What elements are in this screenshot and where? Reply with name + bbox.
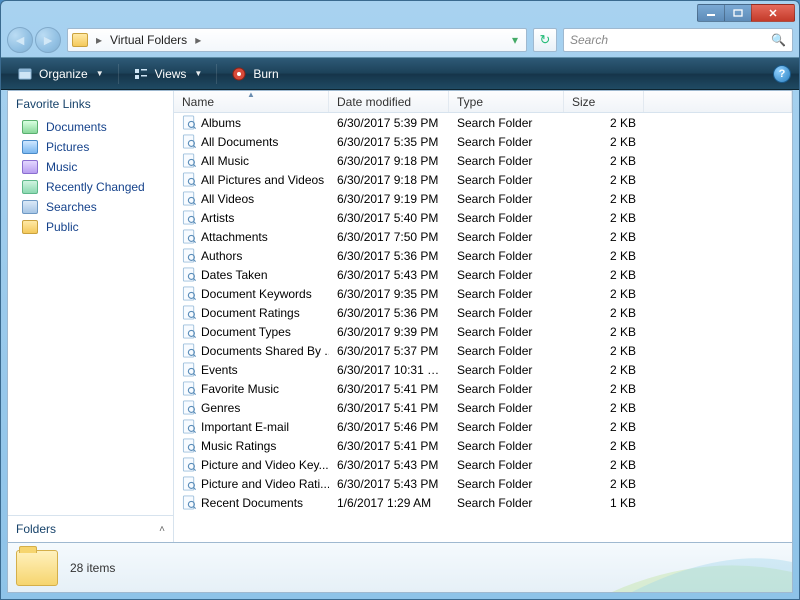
search-folder-icon	[182, 191, 197, 206]
column-size[interactable]: Size	[564, 91, 644, 112]
list-item[interactable]: All Videos6/30/2017 9:19 PMSearch Folder…	[174, 189, 792, 208]
mus-icon	[22, 160, 38, 174]
srch-icon	[22, 200, 38, 214]
search-folder-icon	[182, 419, 197, 434]
search-folder-icon	[182, 381, 197, 396]
search-folder-icon	[182, 115, 197, 130]
maximize-button[interactable]	[724, 4, 752, 22]
list-item[interactable]: Music Ratings6/30/2017 5:41 PMSearch Fol…	[174, 436, 792, 455]
organize-icon	[17, 66, 33, 82]
folder-icon	[16, 550, 58, 586]
list-item[interactable]: Recent Documents1/6/2017 1:29 AMSearch F…	[174, 493, 792, 512]
breadcrumb-sep: ▸	[193, 33, 203, 47]
explorer-window: ◄ ► ▸ Virtual Folders ▸ ▾ ↻ Search 🔍 Org…	[0, 0, 800, 600]
minimize-button[interactable]	[697, 4, 725, 22]
forward-button[interactable]: ►	[35, 27, 61, 53]
sidebar-item-recently-changed[interactable]: Recently Changed	[12, 177, 169, 197]
file-list-body[interactable]: Albums6/30/2017 5:39 PMSearch Folder2 KB…	[174, 113, 792, 542]
nav-row: ◄ ► ▸ Virtual Folders ▸ ▾ ↻ Search 🔍	[1, 23, 799, 57]
item-count: 28 items	[70, 561, 115, 575]
search-folder-icon	[182, 438, 197, 453]
folder-icon	[72, 33, 88, 47]
sidebar-item-public[interactable]: Public	[12, 217, 169, 237]
folders-header[interactable]: Folders ˄	[8, 515, 173, 542]
column-name[interactable]: ▲ Name	[174, 91, 329, 112]
doc-icon	[22, 120, 38, 134]
list-item[interactable]: Documents Shared By ...6/30/2017 5:37 PM…	[174, 341, 792, 360]
titlebar[interactable]	[1, 1, 799, 23]
column-date[interactable]: Date modified	[329, 91, 449, 112]
search-folder-icon	[182, 153, 197, 168]
list-item[interactable]: All Music6/30/2017 9:18 PMSearch Folder2…	[174, 151, 792, 170]
list-item[interactable]: Attachments6/30/2017 7:50 PMSearch Folde…	[174, 227, 792, 246]
column-type[interactable]: Type	[449, 91, 564, 112]
refresh-button[interactable]: ↻	[533, 28, 557, 52]
list-item[interactable]: Dates Taken6/30/2017 5:43 PMSearch Folde…	[174, 265, 792, 284]
sidebar-item-music[interactable]: Music	[12, 157, 169, 177]
burn-button[interactable]: Burn	[223, 63, 286, 85]
search-folder-icon	[182, 172, 197, 187]
list-item[interactable]: Artists6/30/2017 5:40 PMSearch Folder2 K…	[174, 208, 792, 227]
pub-icon	[22, 220, 38, 234]
command-bar: Organize ▼ Views ▼ Burn ?	[1, 57, 799, 90]
search-folder-icon	[182, 343, 197, 358]
list-item[interactable]: Albums6/30/2017 5:39 PMSearch Folder2 KB	[174, 113, 792, 132]
search-folder-icon	[182, 210, 197, 225]
burn-icon	[231, 66, 247, 82]
sidebar-item-documents[interactable]: Documents	[12, 117, 169, 137]
chevron-down-icon: ▼	[96, 69, 104, 78]
list-item[interactable]: All Pictures and Videos6/30/2017 9:18 PM…	[174, 170, 792, 189]
sidebar-item-searches[interactable]: Searches	[12, 197, 169, 217]
views-button[interactable]: Views ▼	[125, 63, 211, 85]
search-input[interactable]: Search 🔍	[563, 28, 793, 52]
list-item[interactable]: Genres6/30/2017 5:41 PMSearch Folder2 KB	[174, 398, 792, 417]
decoration-swoosh	[612, 543, 792, 592]
search-folder-icon	[182, 457, 197, 472]
details-pane: 28 items	[7, 543, 793, 593]
breadcrumb-sep: ▸	[94, 33, 104, 47]
list-item[interactable]: Document Ratings6/30/2017 5:36 PMSearch …	[174, 303, 792, 322]
organize-button[interactable]: Organize ▼	[9, 63, 112, 85]
list-item[interactable]: Authors6/30/2017 5:36 PMSearch Folder2 K…	[174, 246, 792, 265]
search-folder-icon	[182, 362, 197, 377]
close-button[interactable]	[751, 4, 795, 22]
search-folder-icon	[182, 324, 197, 339]
column-headers: ▲ Name Date modified Type Size	[174, 91, 792, 113]
search-folder-icon	[182, 229, 197, 244]
back-button[interactable]: ◄	[7, 27, 33, 53]
search-folder-icon	[182, 476, 197, 491]
list-item[interactable]: Document Types6/30/2017 9:39 PMSearch Fo…	[174, 322, 792, 341]
views-icon	[133, 66, 149, 82]
pic-icon	[22, 140, 38, 154]
sidebar-item-pictures[interactable]: Pictures	[12, 137, 169, 157]
search-folder-icon	[182, 305, 197, 320]
breadcrumb-location[interactable]: Virtual Folders	[104, 33, 193, 47]
list-item[interactable]: Important E-mail6/30/2017 5:46 PMSearch …	[174, 417, 792, 436]
file-list: ▲ Name Date modified Type Size Albums6/3…	[174, 91, 792, 542]
list-item[interactable]: Picture and Video Rati...6/30/2017 5:43 …	[174, 474, 792, 493]
favorites-header: Favorite Links	[8, 91, 173, 115]
search-icon: 🔍	[771, 33, 786, 47]
list-item[interactable]: Picture and Video Key...6/30/2017 5:43 P…	[174, 455, 792, 474]
chevron-up-icon: ˄	[159, 524, 165, 535]
sort-asc-icon: ▲	[247, 90, 255, 99]
navigation-pane: Favorite Links DocumentsPicturesMusicRec…	[8, 91, 174, 542]
search-folder-icon	[182, 267, 197, 282]
list-item[interactable]: Document Keywords6/30/2017 9:35 PMSearch…	[174, 284, 792, 303]
search-folder-icon	[182, 248, 197, 263]
rec-icon	[22, 180, 38, 194]
chevron-down-icon: ▼	[194, 69, 202, 78]
address-bar[interactable]: ▸ Virtual Folders ▸ ▾	[67, 28, 527, 52]
search-folder-icon	[182, 134, 197, 149]
search-placeholder: Search	[570, 33, 608, 47]
help-button[interactable]: ?	[773, 65, 791, 83]
search-folder-icon	[182, 400, 197, 415]
address-dropdown-icon[interactable]: ▾	[508, 33, 522, 47]
search-folder-icon	[182, 495, 197, 510]
list-item[interactable]: All Documents6/30/2017 5:35 PMSearch Fol…	[174, 132, 792, 151]
body-area: Favorite Links DocumentsPicturesMusicRec…	[7, 90, 793, 543]
list-item[interactable]: Favorite Music6/30/2017 5:41 PMSearch Fo…	[174, 379, 792, 398]
list-item[interactable]: Events6/30/2017 10:31 PMSearch Folder2 K…	[174, 360, 792, 379]
search-folder-icon	[182, 286, 197, 301]
